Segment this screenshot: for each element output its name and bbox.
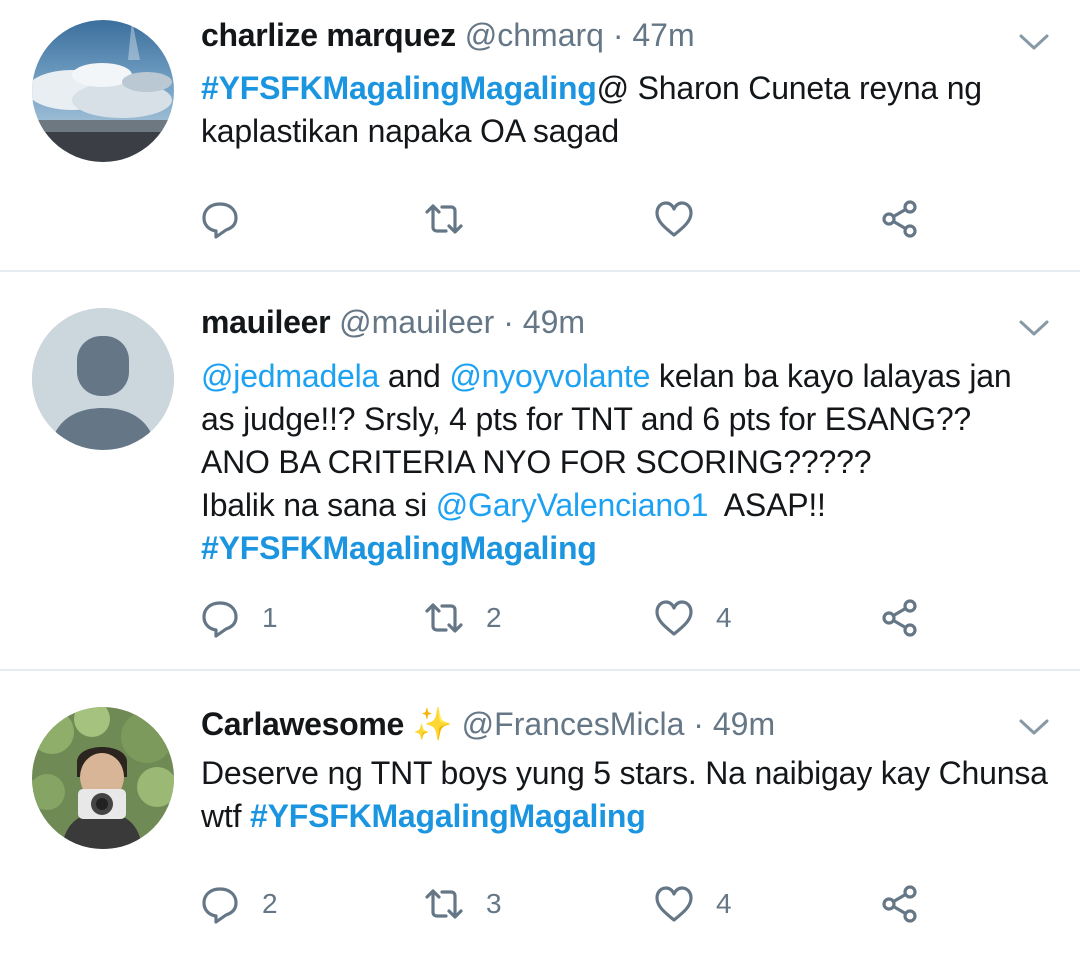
retweet-button[interactable]: 2 xyxy=(424,595,502,641)
reply-icon xyxy=(202,601,238,638)
chevron-down-icon[interactable] xyxy=(1018,32,1050,52)
tweet[interactable]: Carlawesome ✨ @FrancesMicla · 49m Deserv… xyxy=(0,671,1080,955)
tweet-text: @jedmadela and @nyoyvolante kelan ba kay… xyxy=(201,355,1050,570)
reply-count: 2 xyxy=(262,888,278,919)
tweet-text-segment: Ibalik na sana si xyxy=(201,487,436,523)
tweet-actions xyxy=(0,196,1080,242)
handle[interactable]: @FrancesMicla xyxy=(462,706,685,742)
share-icon xyxy=(882,885,917,923)
reply-count: 1 xyxy=(262,602,278,633)
share-button[interactable] xyxy=(880,881,920,927)
avatar-photo-image xyxy=(32,707,174,849)
tweet-text-segment: ANO BA CRITERIA NYO FOR SCORING????? xyxy=(201,444,872,480)
avatar[interactable] xyxy=(32,707,174,849)
tweet-line: ANO BA CRITERIA NYO FOR SCORING????? xyxy=(201,441,1050,484)
retweet-count: 3 xyxy=(486,888,502,919)
tweet-feed: charlize marquez @chmarq · 47m #YFSFKMag… xyxy=(0,0,1080,955)
share-button[interactable] xyxy=(880,595,920,641)
hashtag-link[interactable]: #YFSFKMagalingMagaling xyxy=(201,530,597,566)
display-name[interactable]: mauileer xyxy=(201,304,331,340)
chevron-down-icon[interactable] xyxy=(1018,318,1050,338)
timestamp[interactable]: 47m xyxy=(632,17,694,53)
tweet[interactable]: mauileer @mauileer · 49m @jedmadela and … xyxy=(0,272,1080,669)
like-count: 4 xyxy=(716,602,732,633)
hashtag-link[interactable]: #YFSFKMagalingMagaling xyxy=(201,70,597,106)
handle[interactable]: @mauileer xyxy=(339,304,494,340)
share-button[interactable] xyxy=(880,196,920,242)
like-button[interactable]: 4 xyxy=(654,595,732,641)
hashtag-link[interactable]: #YFSFKMagalingMagaling xyxy=(250,798,646,834)
retweet-count: 2 xyxy=(486,602,502,633)
separator-dot: · xyxy=(693,706,704,742)
like-icon xyxy=(655,886,693,922)
retweet-icon xyxy=(425,204,463,234)
tweet-text: #YFSFKMagalingMagaling@ Sharon Cuneta re… xyxy=(201,67,1050,153)
reply-button[interactable]: 2 xyxy=(200,881,278,927)
tweet-header: mauileer @mauileer · 49m xyxy=(201,302,585,342)
retweet-icon xyxy=(425,889,463,919)
separator-dot: · xyxy=(503,304,514,340)
tweet-text-segment: and xyxy=(379,358,450,394)
reply-icon xyxy=(202,887,238,924)
like-count: 4 xyxy=(716,888,732,919)
avatar[interactable] xyxy=(32,20,174,162)
like-icon xyxy=(655,201,693,237)
like-icon xyxy=(655,600,693,636)
mention-link[interactable]: @GaryValenciano1 xyxy=(436,487,709,523)
avatar-sky-image xyxy=(32,20,174,162)
tweet-line: @jedmadela and @nyoyvolante kelan ba kay… xyxy=(201,355,1050,441)
tweet-actions: 2 3 4 xyxy=(0,881,1080,927)
mention-link[interactable]: @nyoyvolante xyxy=(449,358,650,394)
like-button[interactable] xyxy=(654,196,716,242)
display-name[interactable]: Carlawesome xyxy=(201,706,404,742)
reply-icon xyxy=(202,202,238,239)
display-name[interactable]: charlize marquez xyxy=(201,17,456,53)
chevron-down-icon[interactable] xyxy=(1018,717,1050,737)
avatar[interactable] xyxy=(32,308,174,450)
reply-button[interactable] xyxy=(200,196,262,242)
tweet-actions: 1 2 4 xyxy=(0,595,1080,641)
tweet-header: Carlawesome ✨ @FrancesMicla · 49m xyxy=(201,704,775,744)
sparkles-emoji: ✨ xyxy=(412,706,453,742)
mention-link[interactable]: @jedmadela xyxy=(201,358,379,394)
tweet-text: Deserve ng TNT boys yung 5 stars. Na nai… xyxy=(201,752,1050,838)
tweet-line: Ibalik na sana si @GaryValenciano1 ASAP!… xyxy=(201,484,1050,527)
share-icon xyxy=(882,599,917,637)
retweet-button[interactable]: 3 xyxy=(424,881,502,927)
timestamp[interactable]: 49m xyxy=(713,706,775,742)
tweet[interactable]: charlize marquez @chmarq · 47m #YFSFKMag… xyxy=(0,0,1080,270)
retweet-button[interactable] xyxy=(424,196,486,242)
tweet-line: #YFSFKMagalingMagaling xyxy=(201,527,1050,570)
separator-dot: · xyxy=(612,17,624,53)
reply-button[interactable]: 1 xyxy=(200,595,278,641)
tweet-header: charlize marquez @chmarq · 47m xyxy=(201,15,695,55)
default-profile-icon xyxy=(32,308,174,450)
timestamp[interactable]: 49m xyxy=(523,304,585,340)
handle[interactable]: @chmarq xyxy=(465,17,604,53)
share-icon xyxy=(882,200,917,238)
like-button[interactable]: 4 xyxy=(654,881,732,927)
retweet-icon xyxy=(425,603,463,633)
tweet-text-segment: ASAP!! xyxy=(708,487,826,523)
